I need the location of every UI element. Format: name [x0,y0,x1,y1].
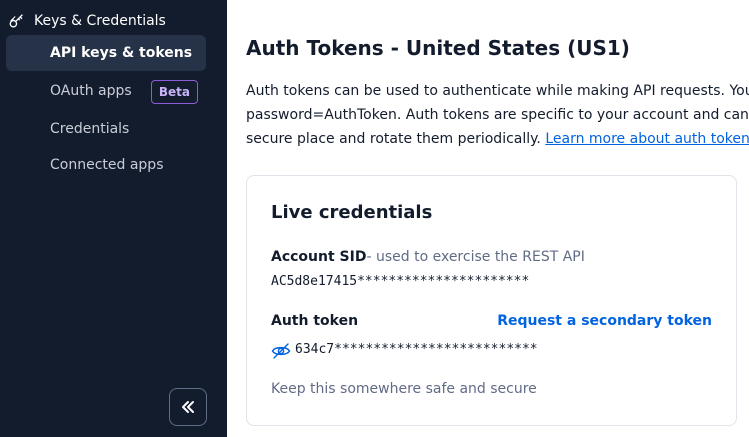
sidebar-item-label: API keys & tokens [50,45,193,61]
safety-note: Keep this somewhere safe and secure [271,381,537,397]
auth-token-label-row: Auth token [271,313,358,329]
description-text: secure place and rotate them periodicall… [246,131,546,147]
sidebar-item-label: OAuth apps [50,83,132,99]
sidebar-section-title: Keys & Credentials [34,13,166,29]
account-sid-label: Account SID [271,249,367,265]
live-credentials-card: Live credentials Account SID- used to ex… [246,175,737,426]
learn-more-link[interactable]: Learn more about auth tokens. [545,131,749,147]
double-chevron-left-icon [182,401,194,413]
beta-badge: Beta [150,80,198,104]
main-content: Auth Tokens - United States (US1) Auth t… [227,0,749,437]
account-sid-value: AC5d8e17415********************** [271,274,530,289]
sidebar-item-credentials[interactable]: Credentials [6,111,206,147]
sidebar-item-label: Credentials [50,121,130,137]
description-line: password=AuthToken. Auth tokens are spec… [246,107,749,123]
description-line: Auth tokens can be used to authenticate … [246,83,749,99]
description: Auth tokens can be used to authenticate … [246,79,749,151]
auth-token-label: Auth token [271,313,359,329]
sidebar-item-api-keys-tokens[interactable]: API keys & tokens [6,35,206,71]
auth-token-value: 634c7************************** [295,342,538,357]
description-line: secure place and rotate them periodicall… [246,127,749,151]
sidebar-section-header: Keys & Credentials [8,10,166,32]
sidebar-item-label: Connected apps [50,157,164,173]
key-icon [9,14,23,28]
account-sid-help: - used to exercise the REST API [366,249,585,265]
sidebar: Keys & Credentials API keys & tokens OAu… [0,0,227,437]
request-secondary-token-button[interactable]: Request a secondary token [497,313,712,329]
account-sid-label-row: Account SID- used to exercise the REST A… [271,249,585,265]
collapse-sidebar-button[interactable] [169,388,207,426]
sidebar-item-oauth-apps[interactable]: OAuth apps Beta [6,73,206,109]
eye-slash-icon[interactable] [271,342,291,360]
page-title: Auth Tokens - United States (US1) [246,36,630,60]
card-title: Live credentials [271,202,433,223]
sidebar-item-connected-apps[interactable]: Connected apps [6,147,206,183]
